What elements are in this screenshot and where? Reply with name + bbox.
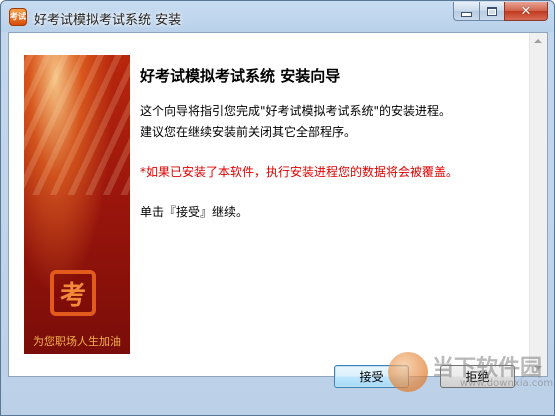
minimize-icon <box>461 11 472 17</box>
overwrite-warning: *如果已安装了本软件，执行安装进程您的数据将会被覆盖。 <box>140 165 459 179</box>
banner-slogan: 为您职场人生加油 <box>33 335 121 348</box>
close-programs-text: 建议您在继续安装前关闭其它全部程序。 <box>140 125 357 139</box>
vertical-scrollbar[interactable] <box>529 33 547 376</box>
installer-app-icon: 考试 <box>9 8 27 26</box>
banner-light-rays <box>24 55 130 195</box>
minimize-button[interactable] <box>453 2 479 21</box>
exam-logo-icon: 考 <box>50 270 96 316</box>
wizard-page: 考 为您职场人生加油 好考试模拟考试系统 安装向导 这个向导将指引您完成"好考试… <box>8 32 548 377</box>
maximize-icon <box>487 6 497 16</box>
scroll-up-arrow-icon[interactable] <box>534 39 542 43</box>
window-title: 好考试模拟考试系统 安装 <box>34 13 182 28</box>
accept-button[interactable]: 接受 <box>334 365 409 388</box>
welcome-banner: 考 为您职场人生加油 <box>24 55 130 354</box>
caption-buttons: ✕ <box>453 2 548 22</box>
continue-instruction: 单击『接受』继续。 <box>140 205 249 219</box>
wizard-heading: 好考试模拟考试系统 安装向导 <box>140 67 341 85</box>
maximize-button[interactable] <box>479 2 504 21</box>
close-icon: ✕ <box>520 3 532 19</box>
close-button[interactable]: ✕ <box>504 2 548 21</box>
installer-window: 考试 好考试模拟考试系统 安装 ✕ 考 为您职场人生加油 好考试模拟考试系统 安… <box>0 0 555 416</box>
decline-button[interactable]: 拒绝 <box>440 365 515 388</box>
title-bar[interactable]: 考试 好考试模拟考试系统 安装 ✕ <box>1 1 554 32</box>
intro-text: 这个向导将指引您完成"好考试模拟考试系统"的安装进程。 <box>140 104 452 118</box>
scroll-down-arrow-icon[interactable] <box>534 366 542 370</box>
